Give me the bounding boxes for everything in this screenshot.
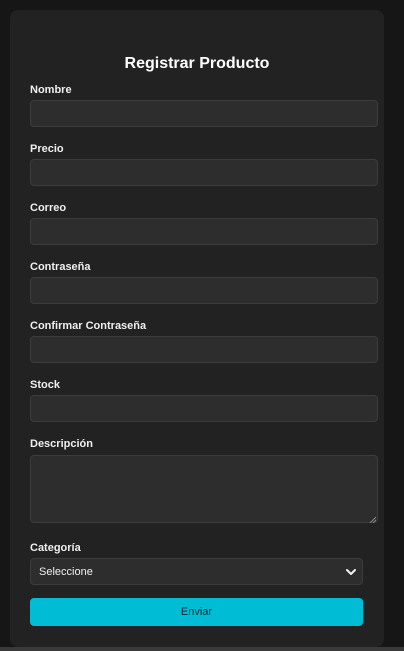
- product-form-card: Registrar Producto Nombre Precio Correo …: [10, 10, 384, 647]
- confirmar-contrasena-label: Confirmar Contraseña: [30, 320, 147, 332]
- window-bottom-edge: [0, 647, 404, 651]
- enviar-button[interactable]: Enviar: [30, 598, 363, 626]
- stock-label: Stock: [30, 379, 60, 391]
- precio-label: Precio: [30, 143, 64, 155]
- nombre-input[interactable]: [30, 100, 378, 127]
- chevron-down-icon: [346, 569, 356, 575]
- categoria-label: Categoría: [30, 542, 81, 554]
- precio-input[interactable]: [30, 159, 378, 186]
- descripcion-textarea[interactable]: [30, 455, 378, 523]
- correo-input[interactable]: [30, 218, 378, 245]
- categoria-selected-value: Seleccione: [39, 566, 93, 578]
- correo-label: Correo: [30, 202, 67, 214]
- stock-input[interactable]: [30, 395, 378, 422]
- form-title: Registrar Producto: [124, 55, 270, 72]
- resize-grip-icon[interactable]: [369, 516, 376, 523]
- confirmar-contrasena-input[interactable]: [30, 336, 378, 363]
- contrasena-input[interactable]: [30, 277, 378, 304]
- categoria-select[interactable]: Seleccione: [30, 558, 363, 585]
- descripcion-label: Descripción: [30, 438, 93, 450]
- contrasena-label: Contraseña: [30, 261, 91, 273]
- nombre-label: Nombre: [30, 84, 72, 96]
